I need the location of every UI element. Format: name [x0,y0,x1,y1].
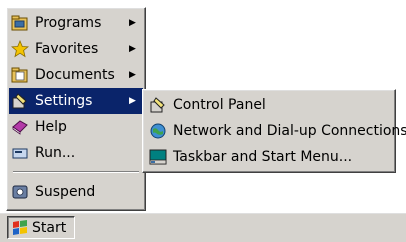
submenu-item-control-panel[interactable]: Control Panel [145,92,393,118]
taskbar-edge [0,213,406,214]
favorites-star-icon [11,40,29,58]
taskbar: Start [0,212,406,242]
submenu-arrow-icon: ▶ [129,70,136,80]
menu-item-label: Settings [35,93,93,109]
menu-item-suspend[interactable]: Suspend [9,179,143,205]
menu-item-programs[interactable]: Programs ▶ [9,10,143,36]
suspend-icon [11,183,29,201]
documents-folder-icon [11,66,29,84]
submenu-arrow-icon: ▶ [129,44,136,54]
settings-icon [11,92,29,110]
submenu-item-taskbar[interactable]: Taskbar and Start Menu... [145,144,393,170]
help-book-icon [11,118,29,136]
start-label: Start [32,219,67,236]
menu-item-label: Favorites [35,41,99,57]
submenu-arrow-icon: ▶ [129,18,136,28]
menu-item-label: Help [35,119,67,135]
network-globe-icon [149,122,167,140]
menu-item-label: Programs [35,15,102,31]
settings-submenu: Control Panel Network and Dial-up Connec… [142,89,406,173]
menu-item-label: Suspend [35,184,96,200]
menu-item-label: Run... [35,145,76,161]
run-icon [11,144,29,162]
submenu-arrow-icon: ▶ [129,96,136,106]
taskbar-icon [149,148,167,166]
menu-item-help[interactable]: Help [9,114,143,140]
menu-separator [13,171,139,173]
menu-item-label: Taskbar and Start Menu... [173,149,353,165]
submenu-item-network[interactable]: Network and Dial-up Connections [145,118,406,144]
control-panel-icon [149,96,167,114]
menu-item-label: Documents [35,67,115,83]
menu-item-label: Control Panel [173,97,266,113]
windows-flag-icon [11,219,29,237]
start-button[interactable]: Start [7,216,75,239]
menu-item-settings[interactable]: Settings ▶ [9,88,143,114]
menu-item-run[interactable]: Run... [9,140,143,166]
menu-item-documents[interactable]: Documents ▶ [9,62,143,88]
menu-item-label: Network and Dial-up Connections [173,123,406,139]
menu-item-favorites[interactable]: Favorites ▶ [9,36,143,62]
programs-folder-icon [11,14,29,32]
start-menu: Programs ▶ Favorites ▶ Documents ▶ Setti… [6,7,146,211]
